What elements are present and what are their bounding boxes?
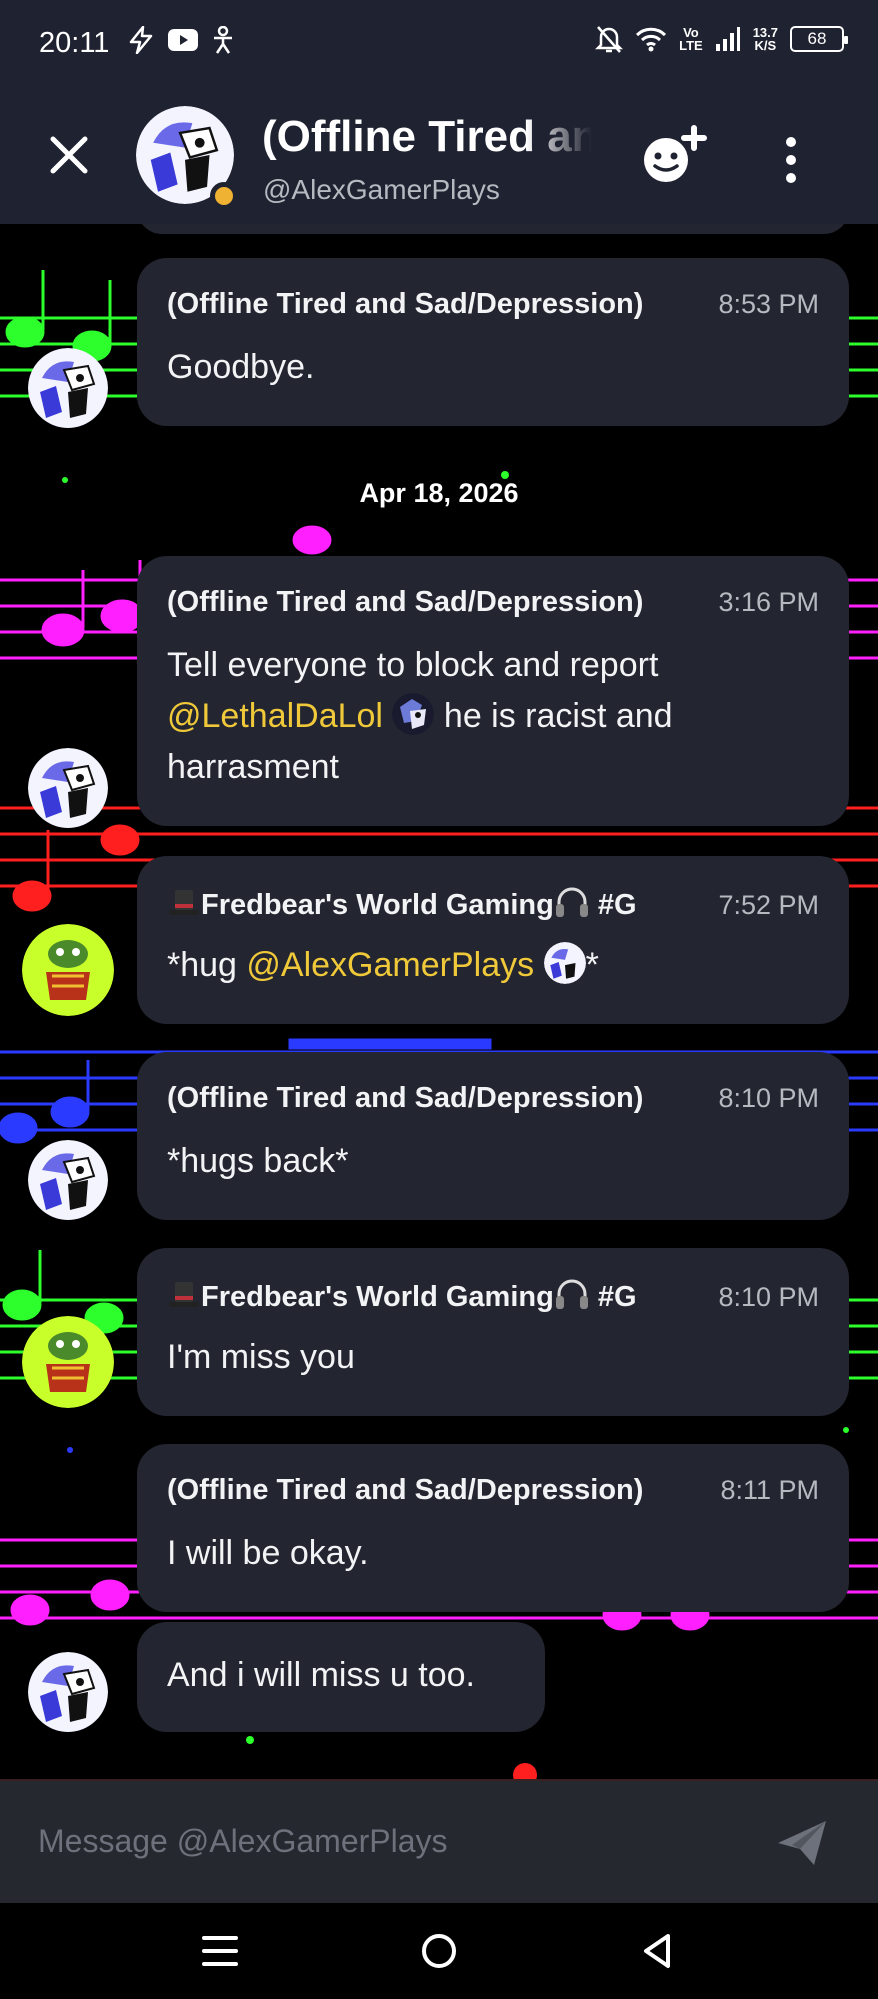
message-author[interactable]: Fredbear's World Gaming #G — [167, 1278, 700, 1314]
accessibility-icon — [214, 26, 232, 54]
message-composer — [0, 1779, 878, 1903]
header-username[interactable]: @AlexGamerPlays — [263, 174, 500, 206]
top-hat-icon — [169, 1282, 199, 1307]
close-button[interactable] — [44, 130, 94, 180]
message-input[interactable] — [38, 1813, 758, 1869]
avatar[interactable] — [28, 1140, 108, 1220]
avatar[interactable] — [28, 1652, 108, 1732]
network-speed: 13.7 K/S — [752, 25, 778, 53]
home-icon — [422, 1934, 456, 1968]
top-hat-icon — [169, 890, 199, 915]
message-time: 7:52 PM — [718, 890, 819, 920]
status-time: 20:11 — [39, 27, 110, 59]
message-time: 8:53 PM — [718, 289, 819, 319]
more-options-button[interactable] — [766, 130, 816, 190]
message-list[interactable]: (Offline Tired and Sad/Depression) 8:53 … — [0, 224, 878, 1780]
message-text: Tell everyone to block and report @Letha… — [167, 646, 673, 786]
add-reaction-button[interactable] — [638, 124, 708, 188]
message-bubble[interactable]: And i will miss u too. — [137, 1622, 545, 1732]
message-author[interactable]: (Offline Tired and Sad/Depression) — [167, 288, 700, 321]
home-nav-button[interactable] — [409, 1925, 469, 1977]
message-text: I'm miss you — [167, 1338, 355, 1376]
message-text: And i will miss u too. — [167, 1656, 475, 1694]
date-separator: Apr 18, 2026 — [359, 478, 519, 508]
message-bubble[interactable]: (Offline Tired and Sad/Depression) 8:10 … — [137, 1052, 849, 1220]
message-author[interactable]: (Offline Tired and Sad/Depression) — [167, 1474, 702, 1507]
message-time: 8:11 PM — [720, 1475, 819, 1505]
status-indicator — [210, 182, 238, 210]
message-bubble[interactable]: Fredbear's World Gaming #G 8:10 PM I'm m… — [137, 1248, 849, 1416]
mention-avatar — [543, 942, 586, 984]
send-button[interactable] — [774, 1817, 830, 1869]
message-author[interactable]: (Offline Tired and Sad/Depression) — [167, 586, 700, 619]
message-author[interactable]: Fredbear's World Gaming #G — [167, 886, 700, 922]
avatar[interactable] — [22, 924, 114, 1016]
message-bubble-partial — [137, 224, 849, 234]
headphones-icon — [555, 887, 588, 917]
message-text: *hug @AlexGamerPlays * — [167, 940, 823, 991]
menu-icon — [202, 1936, 238, 1966]
message-time: 8:10 PM — [718, 1282, 819, 1312]
message-author[interactable]: (Offline Tired and Sad/Depression) — [167, 1082, 700, 1115]
close-icon — [50, 136, 88, 174]
battery-icon: 68 — [790, 26, 848, 52]
menu-nav-button[interactable] — [190, 1925, 250, 1977]
back-icon — [644, 1934, 670, 1968]
message-bubble[interactable]: (Offline Tired and Sad/Depression) 8:11 … — [137, 1444, 849, 1612]
signal-icon — [715, 27, 740, 51]
back-nav-button[interactable] — [627, 1925, 687, 1977]
avatar[interactable] — [28, 748, 108, 828]
headphones-icon — [555, 1279, 588, 1309]
youtube-icon — [168, 29, 198, 51]
message-text: *hugs back* — [167, 1142, 349, 1180]
user-mention[interactable]: @LethalDaLol — [167, 697, 383, 735]
avatar[interactable] — [28, 348, 108, 428]
message-text: Goodbye. — [167, 348, 315, 386]
user-mention[interactable]: @AlexGamerPlays — [246, 946, 534, 984]
bell-off-icon — [595, 26, 624, 53]
message-bubble[interactable]: (Offline Tired and Sad/Depression) 3:16 … — [137, 556, 849, 826]
avatar[interactable] — [22, 1316, 114, 1408]
message-text: I will be okay. — [167, 1534, 369, 1572]
chat-header: (Offline Tired and Sad/Depression) @Alex… — [0, 90, 878, 224]
message-time: 3:16 PM — [718, 587, 819, 617]
message-bubble[interactable]: Fredbear's World Gaming #G 7:52 PM *hug … — [137, 856, 849, 1024]
message-time: 8:10 PM — [718, 1083, 819, 1113]
message-bubble[interactable]: (Offline Tired and Sad/Depression) 8:53 … — [137, 258, 849, 426]
mention-avatar — [392, 693, 435, 735]
header-title[interactable]: (Offline Tired and Sad/Depression) — [262, 112, 592, 168]
network-type: Vo LTE — [679, 25, 703, 53]
bolt-icon — [129, 26, 153, 54]
system-nav-bar — [0, 1903, 878, 1999]
wifi-icon — [636, 27, 667, 52]
status-bar: 20:11 Vo LTE 13.7 K/S 68 — [0, 0, 878, 90]
